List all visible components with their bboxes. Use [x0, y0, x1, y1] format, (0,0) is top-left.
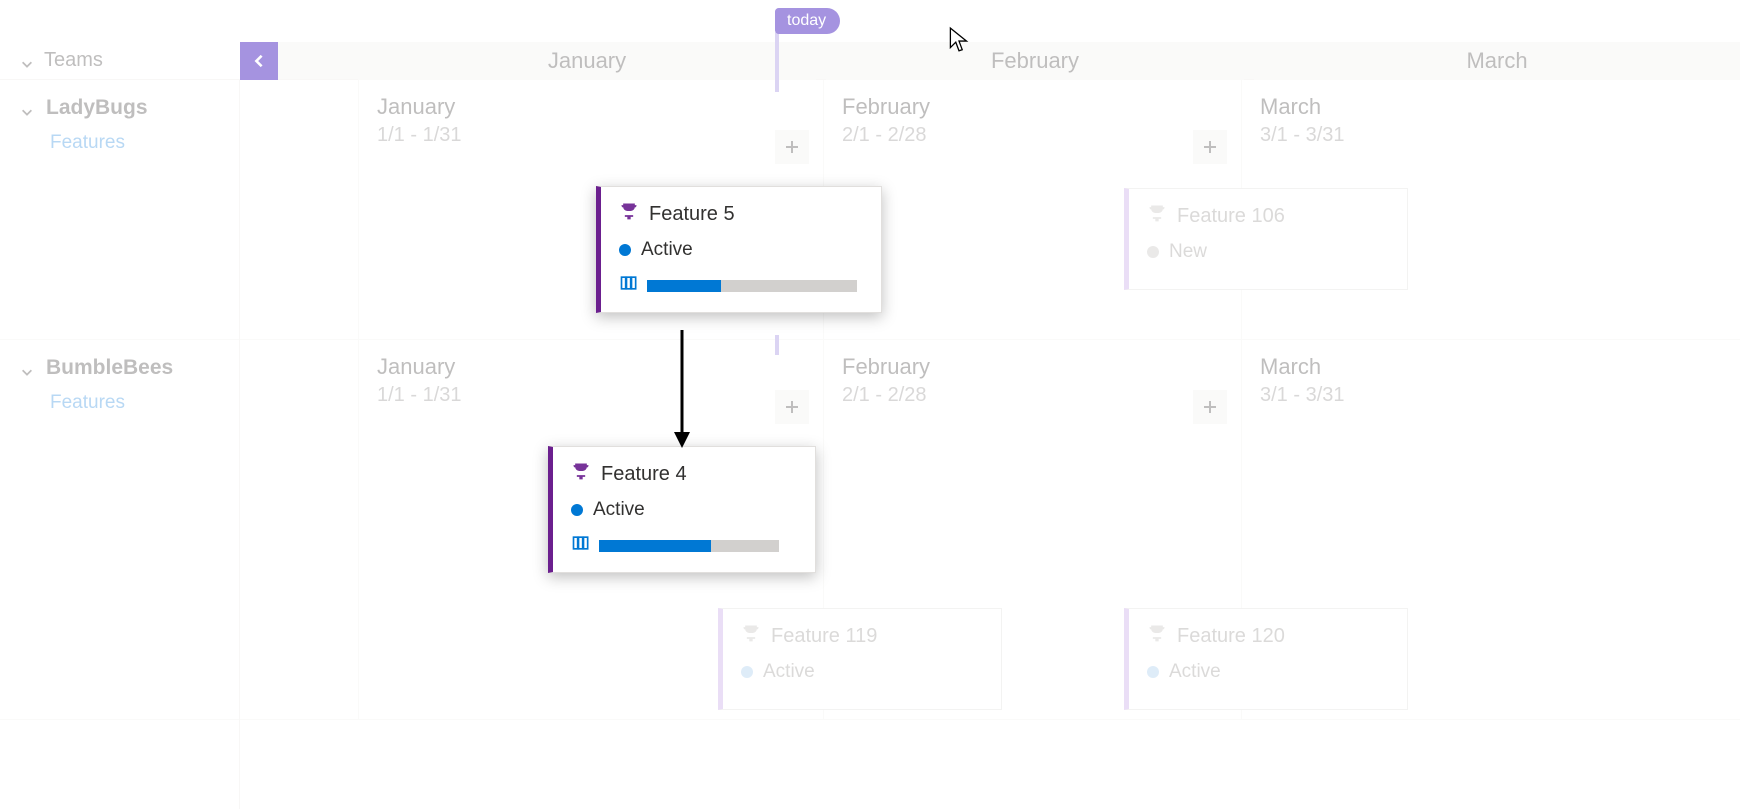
month-label: February [842, 94, 1223, 120]
chevron-down-icon [20, 361, 34, 375]
card-title-text: Feature 120 [1177, 625, 1285, 648]
month-range: 1/1 - 1/31 [377, 384, 805, 407]
card-feature-5[interactable]: Feature 5 Active [596, 186, 882, 313]
month-range: 3/1 - 3/31 [1260, 124, 1722, 147]
timeline-content: January 1/1 - 1/31 February 2/1 - 2/28 [240, 80, 1740, 809]
add-item-button[interactable] [1193, 390, 1227, 424]
card-title-text: Feature 119 [771, 625, 877, 648]
today-line-segment [775, 335, 779, 355]
trophy-icon [1147, 623, 1167, 649]
month-headers: January February March [358, 42, 1740, 80]
trophy-icon [619, 201, 639, 227]
card-feature-4[interactable]: Feature 4 Active [548, 446, 816, 573]
month-header-february[interactable]: February [826, 42, 1244, 80]
month-header-march[interactable]: March [1254, 42, 1740, 80]
card-feature-120[interactable]: Feature 120 Active [1124, 608, 1408, 710]
status-dot-icon [741, 666, 753, 678]
status-text: Active [641, 239, 693, 261]
status-text: Active [1169, 661, 1221, 683]
add-item-button[interactable] [775, 130, 809, 164]
progress-bar [599, 540, 779, 552]
today-line [775, 32, 779, 92]
card-title-text: Feature 5 [649, 203, 735, 226]
month-range: 2/1 - 2/28 [842, 124, 1223, 147]
status-text: New [1169, 241, 1207, 263]
team-sub-bumblebees-features[interactable]: Features [20, 392, 219, 414]
status-text: Active [593, 499, 645, 521]
progress-fill [599, 540, 711, 552]
month-label: March [1260, 354, 1722, 380]
progress-bar [647, 280, 857, 292]
team-toggle-ladybugs[interactable]: LadyBugs [20, 96, 219, 120]
card-feature-119[interactable]: Feature 119 Active [718, 608, 1002, 710]
row-ladybugs: January 1/1 - 1/31 February 2/1 - 2/28 [240, 80, 1740, 340]
sidebar-team-bumblebees: BumbleBees Features [0, 340, 239, 720]
card-title-text: Feature 106 [1177, 205, 1285, 228]
trophy-icon [741, 623, 761, 649]
add-item-button[interactable] [775, 390, 809, 424]
card-feature-106[interactable]: Feature 106 New [1124, 188, 1408, 290]
progress-fill [647, 280, 721, 292]
trophy-icon [1147, 203, 1167, 229]
scroll-left-button[interactable] [240, 42, 278, 80]
chevron-down-icon [20, 101, 34, 115]
month-range: 3/1 - 3/31 [1260, 384, 1722, 407]
month-label: March [1260, 94, 1722, 120]
teams-label: Teams [44, 49, 103, 72]
rollup-icon [619, 273, 639, 298]
chevron-down-icon [20, 54, 34, 68]
status-dot-icon [571, 504, 583, 516]
status-dot-icon [1147, 246, 1159, 258]
month-label: January [377, 354, 805, 380]
team-name-ladybugs: LadyBugs [46, 96, 148, 120]
teams-column-header[interactable]: Teams [0, 42, 240, 79]
status-dot-icon [1147, 666, 1159, 678]
team-sub-ladybugs-features[interactable]: Features [20, 132, 219, 154]
trophy-icon [571, 461, 591, 487]
rollup-icon [571, 533, 591, 558]
today-marker: today [775, 8, 840, 34]
status-text: Active [763, 661, 815, 683]
add-item-button[interactable] [1193, 130, 1227, 164]
month-range: 2/1 - 2/28 [842, 384, 1223, 407]
month-label: February [842, 354, 1223, 380]
team-toggle-bumblebees[interactable]: BumbleBees [20, 356, 219, 380]
status-dot-icon [619, 244, 631, 256]
month-label: January [377, 94, 805, 120]
sidebar: LadyBugs Features BumbleBees Features [0, 80, 240, 809]
sidebar-team-ladybugs: LadyBugs Features [0, 80, 239, 340]
month-range: 1/1 - 1/31 [377, 124, 805, 147]
month-header-january[interactable]: January [358, 42, 816, 80]
team-name-bumblebees: BumbleBees [46, 356, 173, 380]
row-bumblebees: January 1/1 - 1/31 February 2/1 - 2/28 [240, 340, 1740, 720]
card-title-text: Feature 4 [601, 463, 687, 486]
